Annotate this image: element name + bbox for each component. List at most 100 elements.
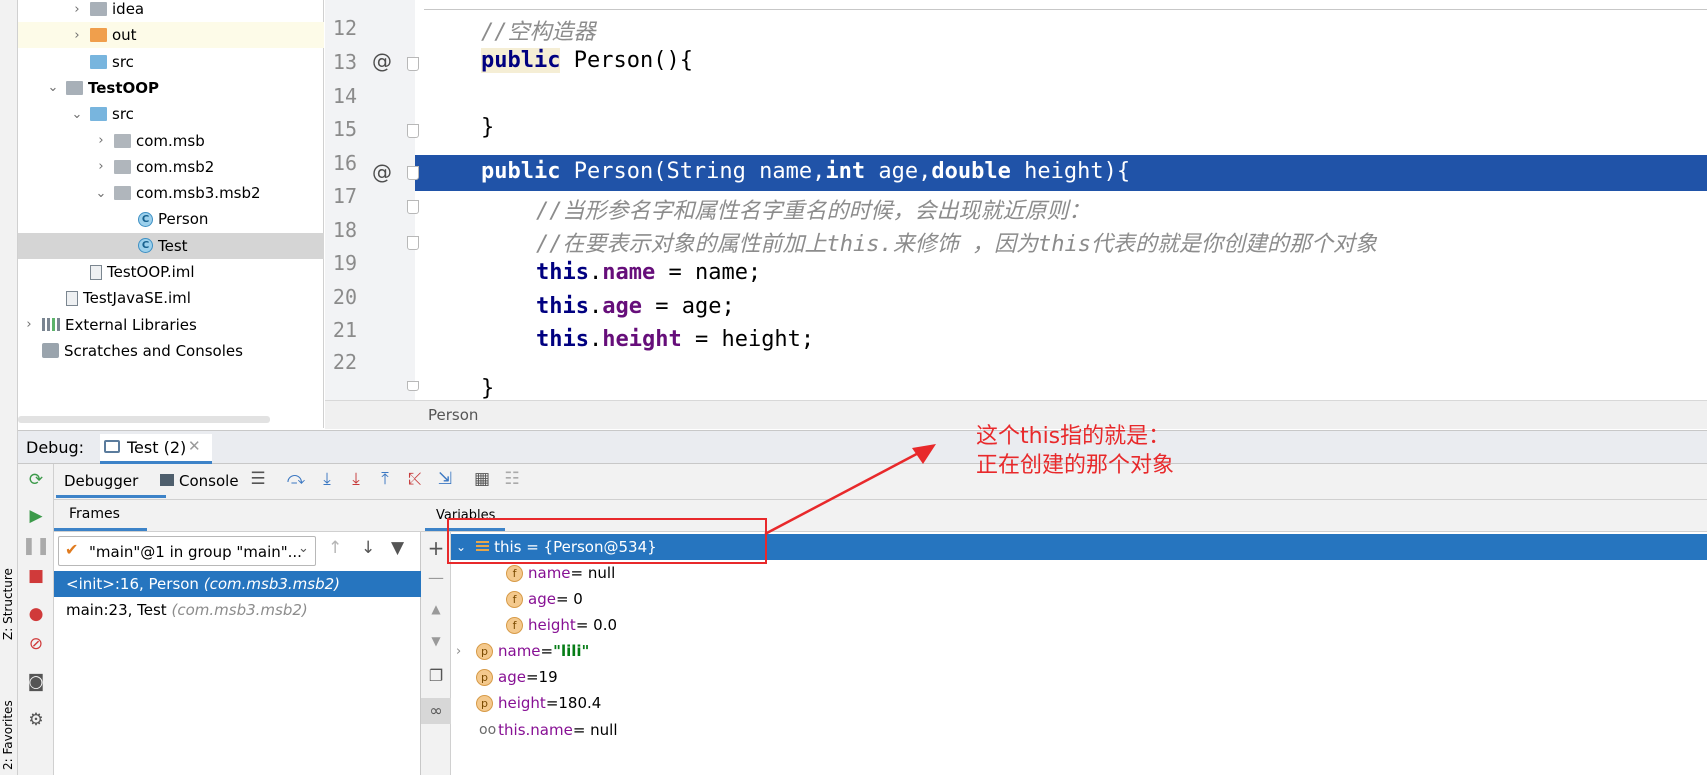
tree-item[interactable]: C Test	[18, 232, 324, 259]
close-icon[interactable]: ✕	[188, 437, 201, 455]
tree-item[interactable]: › idea	[18, 0, 324, 22]
mute-breakpoints-icon[interactable]: ⊘	[18, 634, 54, 654]
trace-icon[interactable]: ☷	[501, 469, 523, 489]
tree-item[interactable]: › out	[18, 22, 324, 49]
fold-marker-icon[interactable]	[407, 381, 419, 391]
watch-icon: oo	[479, 722, 497, 738]
tab-debugger[interactable]: Debugger	[56, 466, 166, 498]
camera-icon[interactable]: ◙	[18, 672, 54, 692]
frame-item[interactable]: main:23, Test (com.msb3.msb2)	[54, 597, 421, 623]
line-number: 20	[332, 285, 357, 309]
breadcrumb[interactable]: Person	[428, 406, 478, 424]
debug-session-tab[interactable]: Test (2) ✕	[100, 434, 212, 464]
thread-selector[interactable]: ✔ "main"@1 in group "main"... ⌄	[58, 536, 316, 566]
chevron-down-icon[interactable]: ⌄	[46, 80, 60, 95]
chevron-right-icon[interactable]: ›	[70, 28, 84, 43]
run-to-cursor-icon[interactable]: ⇲	[434, 469, 456, 489]
folder-blue-icon	[90, 107, 107, 122]
project-horizontal-scrollbar[interactable]	[18, 416, 270, 423]
show-watches-icon[interactable]: ∞	[421, 698, 451, 724]
step-into-icon[interactable]: ⤓	[345, 469, 367, 489]
tree-item[interactable]: › com.msb2	[18, 154, 324, 180]
package-icon	[114, 133, 131, 148]
tree-item[interactable]: ⌄ src	[18, 101, 324, 127]
module-icon	[66, 80, 83, 95]
line-number: 18	[332, 218, 357, 242]
tree-item[interactable]: › External Libraries	[18, 312, 324, 338]
drop-frame-icon[interactable]: ⤪	[404, 469, 426, 489]
chevron-down-icon[interactable]: ⌄	[94, 186, 108, 201]
variable-param[interactable]: p height = 180.4	[476, 690, 601, 716]
tree-item[interactable]: ⌄ com.msb3.msb2	[18, 180, 324, 206]
filter-icon[interactable]: ▼	[391, 538, 404, 558]
variable-field[interactable]: f age = 0	[506, 586, 583, 612]
chevron-down-icon[interactable]: ⌄	[70, 107, 84, 122]
structure-tool-tab[interactable]: Z: Structure	[1, 568, 15, 640]
chevron-right-icon[interactable]: ›	[70, 2, 84, 17]
variable-equals: =	[540, 642, 554, 660]
variable-value: "lili"	[553, 642, 590, 660]
chevron-right-icon[interactable]: ›	[94, 133, 108, 148]
tab-console[interactable]: Console	[179, 472, 239, 490]
tree-item-label: out	[112, 26, 137, 45]
fold-marker-icon[interactable]	[407, 200, 419, 214]
tree-item[interactable]: Scratches and Consoles	[18, 338, 324, 364]
ide-window: Z: Structure 2: Favorites › idea › out src ⌄ T…	[0, 0, 1707, 775]
watch-item[interactable]: oo this.name = null	[479, 717, 618, 743]
variable-field[interactable]: f height = 0.0	[506, 612, 617, 638]
variable-equals: =	[525, 668, 539, 686]
rerun-icon[interactable]: ⟳	[18, 470, 54, 490]
param-icon: p	[476, 694, 493, 712]
variable-name: height	[528, 616, 576, 634]
fold-marker-icon[interactable]	[407, 124, 419, 138]
chevron-right-icon[interactable]: ›	[456, 644, 476, 659]
debugger-side-toolbar: ⟳ ▶ ❚❚ ■ ● ⊘ ◙ ⚙	[18, 464, 54, 775]
frames-tab[interactable]: Frames	[69, 506, 120, 522]
field-icon: f	[506, 590, 523, 608]
variable-value: = null	[570, 564, 616, 582]
tree-item[interactable]: › com.msb	[18, 128, 324, 154]
editor-top-border	[424, 9, 1707, 10]
tree-item[interactable]: TestOOP.iml	[18, 259, 324, 285]
next-frame-icon[interactable]: ↓	[361, 538, 375, 558]
menu-icon[interactable]: ☰	[247, 469, 269, 489]
remove-watch-icon[interactable]: —	[421, 568, 451, 587]
variable-name: name	[528, 564, 571, 582]
field-icon: f	[506, 564, 523, 582]
tree-item-label: TestOOP	[88, 78, 160, 97]
previous-frame-icon[interactable]: ↑	[328, 538, 342, 558]
override-marker-icon[interactable]: @	[372, 160, 392, 184]
favorites-tool-tab[interactable]: 2: Favorites	[1, 700, 15, 770]
step-over-icon[interactable]: ⤓	[316, 469, 338, 489]
evaluate-expression-icon[interactable]: ▦	[471, 469, 493, 489]
stop-icon[interactable]: ■	[18, 566, 54, 586]
override-marker-icon[interactable]: @	[372, 49, 392, 73]
line-number: 19	[332, 251, 357, 275]
copy-icon[interactable]: ❐	[421, 666, 451, 685]
force-step-into-icon[interactable]: ⤒	[374, 469, 396, 489]
fold-marker-icon[interactable]	[407, 166, 419, 180]
tree-item[interactable]: src	[18, 49, 324, 75]
move-down-icon[interactable]: ▼	[421, 634, 451, 648]
variable-param[interactable]: › p name = "lili"	[456, 638, 589, 664]
pause-icon[interactable]: ❚❚	[18, 536, 54, 556]
tree-item-label: TestOOP.iml	[107, 263, 195, 281]
resume-icon[interactable]: ▶	[18, 506, 54, 526]
frame-item[interactable]: <init>:16, Person (com.msb3.msb2)	[54, 571, 421, 597]
variable-param[interactable]: p age = 19	[476, 664, 558, 690]
tree-item[interactable]: C Person	[18, 206, 324, 232]
code-line-18: //在要表示对象的属性前加上this.来修饰 ，因为this代表的就是你创建的那…	[536, 232, 1377, 257]
show-execution-point-icon[interactable]: ⤼	[285, 469, 307, 489]
frame-method: <init>:16, Person	[66, 575, 199, 593]
move-up-icon[interactable]: ▲	[421, 602, 451, 616]
tree-item[interactable]: TestJavaSE.iml	[18, 285, 324, 311]
tree-item-label: com.msb3.msb2	[136, 184, 261, 203]
gear-icon[interactable]: ⚙	[18, 710, 54, 730]
chevron-right-icon[interactable]: ›	[94, 159, 108, 174]
chevron-right-icon[interactable]: ›	[22, 317, 36, 332]
view-breakpoints-icon[interactable]: ●	[18, 604, 54, 624]
tree-item[interactable]: ⌄ TestOOP	[18, 75, 324, 101]
fold-marker-icon[interactable]	[407, 236, 419, 250]
tree-item-label: com.msb2	[136, 157, 215, 176]
fold-marker-icon[interactable]	[407, 57, 419, 71]
